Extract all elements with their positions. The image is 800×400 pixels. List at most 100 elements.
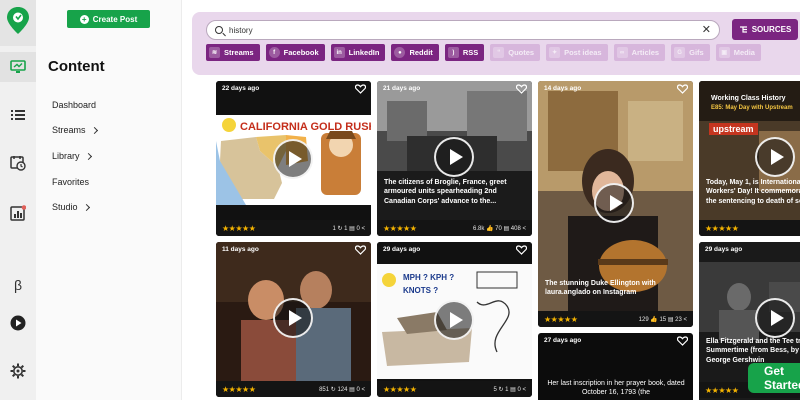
filter-chip-quotes[interactable]: “Quotes xyxy=(490,44,541,61)
filter-chip-label: Quotes xyxy=(508,48,535,57)
heart-icon[interactable] xyxy=(516,84,527,94)
content-card[interactable]: 21 days ago The citizens of Broglie, Fra… xyxy=(377,81,532,236)
sources-icon xyxy=(739,26,747,33)
star-rating: ★★★★★ xyxy=(383,384,417,394)
card-footer: ★★★★★ 129 👍 15 ▤ 23 < xyxy=(538,311,693,327)
play-button[interactable] xyxy=(594,183,634,223)
card-caption: Her last inscription in her prayer book,… xyxy=(547,380,685,397)
chevron-right-icon xyxy=(84,152,92,161)
card-age: 29 days ago xyxy=(705,246,743,253)
nav-item-streams[interactable]: Streams xyxy=(52,118,98,144)
nav-item-label: Dashboard xyxy=(52,99,97,110)
rail-list-item[interactable] xyxy=(0,100,36,130)
settings-gear-icon xyxy=(10,363,26,379)
sources-label: SOURCES xyxy=(751,25,792,34)
play-button[interactable] xyxy=(755,298,795,338)
search-bar: ✕ xyxy=(206,20,720,40)
play-button[interactable] xyxy=(273,139,313,179)
filter-chip-linkedin[interactable]: in LinkedIn xyxy=(330,44,386,61)
heart-icon[interactable] xyxy=(355,84,366,94)
card-age: 27 days ago xyxy=(544,337,582,344)
card-metrics: 129 👍 15 ▤ 23 < xyxy=(638,316,687,323)
app-root: β + Create Post Content Dashboard Stream… xyxy=(0,0,800,400)
video-play-icon xyxy=(10,315,26,331)
thumbnail-title: Working Class History xyxy=(711,95,786,102)
rail-content-item[interactable] xyxy=(0,52,36,82)
logo-pin-icon[interactable] xyxy=(0,0,36,46)
filter-chip-label: Media xyxy=(733,48,755,57)
filter-chip-gifs[interactable]: G Gifs xyxy=(671,44,710,61)
filter-chip-label: RSS xyxy=(462,48,479,57)
card-age: 21 days ago xyxy=(383,85,421,92)
heart-icon[interactable] xyxy=(677,84,688,94)
star-rating: ★★★★★ xyxy=(544,314,578,324)
clear-search-icon[interactable]: ✕ xyxy=(702,24,711,36)
filter-chips: ≋ Streams f Facebook in LinkedIn ● Reddit ) R… xyxy=(206,44,761,61)
filter-chip-streams[interactable]: ≋ Streams xyxy=(206,44,260,61)
get-started-button[interactable]: Get Started xyxy=(748,363,800,393)
filter-chip-articles[interactable]: ∞ Articles xyxy=(613,44,666,61)
nav-list: Dashboard Streams Library Favorites Stud… xyxy=(52,92,98,220)
card-age: 14 days ago xyxy=(544,85,582,92)
search-input[interactable] xyxy=(229,25,702,35)
filter-chip-facebook[interactable]: f Facebook xyxy=(265,44,325,61)
filter-chip-media[interactable]: ▣ Media xyxy=(715,44,761,61)
play-button[interactable] xyxy=(755,137,795,177)
create-post-button[interactable]: + Create Post xyxy=(67,10,150,28)
beta-icon[interactable]: β xyxy=(0,270,36,300)
filter-chip-reddit[interactable]: ● Reddit xyxy=(391,44,439,61)
plus-icon: + xyxy=(79,14,89,24)
star-rating: ★★★★★ xyxy=(383,223,417,233)
card-age: 29 days ago xyxy=(383,246,421,253)
heart-icon[interactable] xyxy=(677,336,688,346)
filter-chip-post-ideas[interactable]: ✦ Post ideas xyxy=(546,44,608,61)
chevron-right-icon xyxy=(82,204,90,212)
content-card[interactable]: 11 days ago ★★★★★ 851 ↻ 124 ▤ 0 < xyxy=(216,242,371,397)
nav-item-label: Favorites xyxy=(52,176,90,187)
analytics-chart-icon xyxy=(10,205,26,221)
content-card[interactable]: CALIFORNIA GOLD RUSH 22 days ago ★★★★★ 1… xyxy=(216,81,371,236)
facebook-icon: f xyxy=(268,47,280,58)
rail-video-item[interactable] xyxy=(0,308,36,338)
filter-chip-label: Post ideas xyxy=(564,48,602,57)
play-button[interactable] xyxy=(273,298,313,338)
content-screen-icon xyxy=(10,60,26,73)
star-rating: ★★★★★ xyxy=(705,385,739,395)
content-card[interactable]: Working Class History E85: May Day with … xyxy=(699,81,800,236)
link-icon: ∞ xyxy=(616,47,628,58)
sources-button[interactable]: SOURCES xyxy=(732,19,798,40)
filter-chip-rss[interactable]: ) RSS xyxy=(444,44,485,61)
filter-chip-label: Streams xyxy=(224,48,254,57)
nav-item-favorites[interactable]: Favorites xyxy=(52,169,97,195)
rail-analytics-item[interactable] xyxy=(0,198,36,228)
image-icon: ▣ xyxy=(718,47,730,58)
content-card[interactable]: 14 days ago The stunning Duke Ellington … xyxy=(538,81,693,327)
rail-settings-item[interactable] xyxy=(0,356,36,386)
nav-item-library[interactable]: Library xyxy=(52,143,97,169)
star-rating: ★★★★★ xyxy=(705,223,739,233)
nav-item-label: Library xyxy=(52,150,80,161)
play-button[interactable] xyxy=(434,300,474,340)
play-button[interactable] xyxy=(434,137,474,177)
card-footer: ★★★★★ 6.8k 👍 70 ▤ 408 < xyxy=(377,220,532,236)
heart-icon[interactable] xyxy=(355,245,366,255)
content-card[interactable]: 27 days ago Her last inscription in her … xyxy=(538,333,693,400)
card-metrics: 851 ↻ 124 ▤ 0 < xyxy=(319,386,365,393)
card-footer: ★★★★★ 851 ↻ 124 ▤ 0 < xyxy=(216,381,371,397)
filter-panel: ✕ SOURCES ≋Streams fFacebook inLinkedIn … xyxy=(192,12,800,75)
card-caption: The citizens of Broglie, France, greet a… xyxy=(384,179,507,205)
nav-item-studio[interactable]: Studio xyxy=(52,194,97,220)
thumbnail-title: MPH ? KPH ? KNOTS ? xyxy=(403,273,455,295)
calendar-clock-icon xyxy=(10,156,26,171)
card-metrics: 6.8k 👍 70 ▤ 408 < xyxy=(472,225,526,232)
star-rating: ★★★★★ xyxy=(222,223,256,233)
reddit-icon: ● xyxy=(394,47,406,58)
heart-icon[interactable] xyxy=(516,245,527,255)
nav-item-dashboard[interactable]: Dashboard xyxy=(52,92,97,118)
card-caption: Today, May 1, is International Workers' … xyxy=(706,179,800,205)
content-card[interactable]: MPH ? KPH ? KNOTS ? 29 days ago ★★★★★ 5 … xyxy=(377,242,532,397)
thumbnail-subtitle: E85: May Day with Upstream xyxy=(711,105,793,111)
list-icon xyxy=(11,110,25,120)
icon-rail: β xyxy=(0,0,36,400)
rail-calendar-item[interactable] xyxy=(0,148,36,178)
